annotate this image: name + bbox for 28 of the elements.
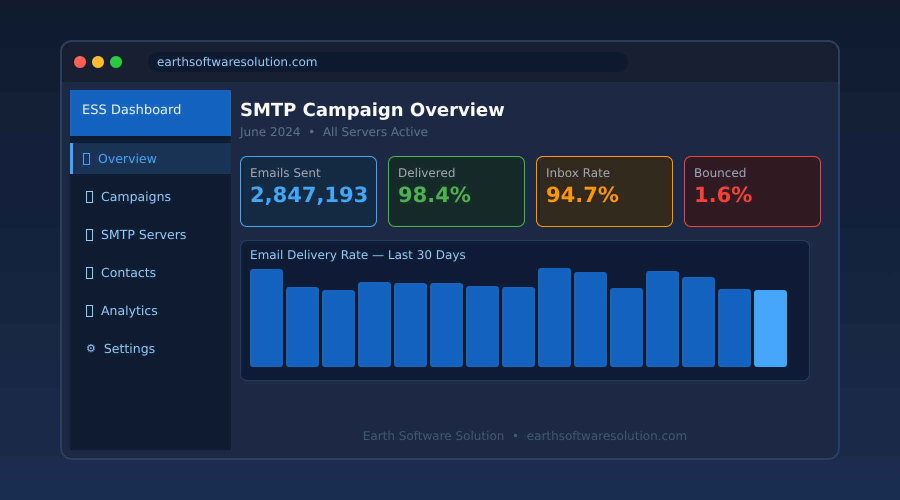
glyph-icon [83,152,90,164]
address-bar[interactable]: earthsoftwaresolution.com [148,52,628,72]
chart-title: Email Delivery Rate — Last 30 Days [250,248,467,262]
stat-value: 98.4% [398,183,472,207]
stat-label: Inbox Rate [546,166,612,180]
stat-label: Delivered [398,166,456,180]
stat-label: Bounced [694,166,748,180]
close-icon[interactable] [74,56,86,68]
stat-value: 94.7% [546,183,620,207]
sidebar-item[interactable]: ⚙ Settings [70,333,231,364]
glyph-icon [86,190,93,202]
stat-label: Emails Sent [250,166,322,180]
sidebar-title: ESS Dashboard [70,90,231,136]
minimize-icon[interactable] [92,56,104,68]
glyph-icon [86,266,93,278]
gear-icon: ⚙ [86,342,96,355]
maximize-icon[interactable] [110,56,122,68]
sidebar-item[interactable]: Campaigns [70,181,231,212]
sidebar-item[interactable]: SMTP Servers [70,219,231,250]
sidebar-item[interactable]: Contacts [70,257,231,288]
page-subtitle: June 2024 • All Servers Active [240,125,430,139]
stat-value: 1.6% [694,183,754,207]
stat-value: 2,847,193 [250,183,367,207]
sidebar-item[interactable]: Analytics [70,295,231,326]
page-title: SMTP Campaign Overview [240,100,506,121]
sidebar-item[interactable]: Overview [70,143,231,174]
glyph-icon [86,228,93,240]
glyph-icon [86,304,93,316]
